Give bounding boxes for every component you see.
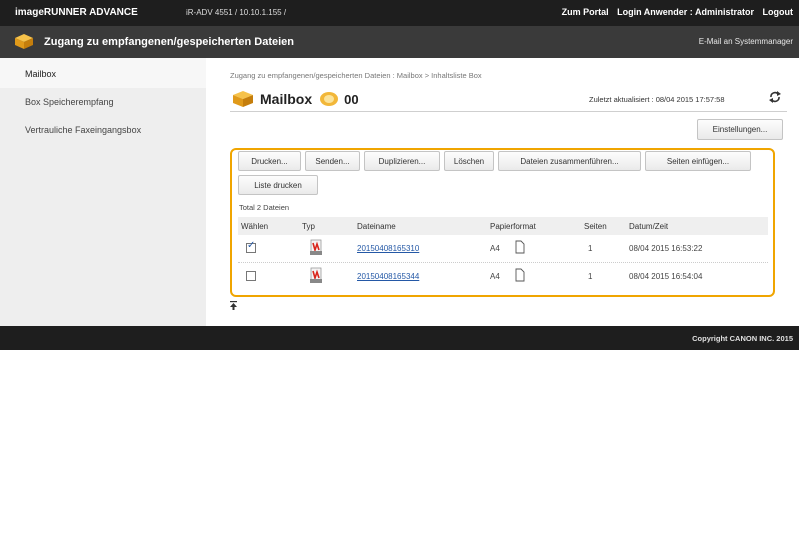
total-files: Total 2 Dateien [239,203,290,212]
sidebar-item-mailbox[interactable]: Mailbox [25,69,56,79]
page-title: Zugang zu empfangenen/gespeicherten Date… [44,36,294,48]
column-type: Typ [302,222,315,231]
logout-link[interactable]: Logout [763,7,794,17]
portal-link[interactable]: Zum Portal [562,7,609,17]
top-nav: Zum Portal Login Anwender : Administrato… [556,7,793,17]
page-count: 1 [588,244,593,253]
column-pages: Seiten [584,222,607,231]
check-icon: ✓ [247,240,256,251]
table-row: ✓ 20150408165310 A4 1 08/04 2015 16:53:2… [238,236,768,263]
settings-button[interactable]: Einstellungen... [697,119,783,140]
sidebar-item-fax-box[interactable]: Vertrauliche Faxeingangsbox [25,125,141,135]
row-checkbox[interactable]: ✓ [246,240,256,253]
sidebar-item-box-speicherempfang[interactable]: Box Speicherempfang [25,97,114,107]
file-link[interactable]: 20150408165310 [357,244,419,253]
file-datetime: 08/04 2015 16:53:22 [629,244,703,253]
duplicate-button[interactable]: Duplizieren... [364,151,440,171]
box-number-icon [320,92,339,106]
refresh-icon[interactable] [768,91,782,103]
page-icon [515,240,525,254]
column-paper: Papierformat [490,222,536,231]
merge-files-button[interactable]: Dateien zusammenführen... [498,151,641,171]
column-datetime: Datum/Zeit [629,222,669,231]
file-operations-panel: Drucken... Senden... Duplizieren... Lösc… [230,148,775,297]
file-datetime: 08/04 2015 16:54:04 [629,272,703,281]
breadcrumb: Zugang zu empfangenen/gespeicherten Date… [230,71,482,80]
mailbox-heading: Mailbox 00 [232,88,359,110]
page-count: 1 [588,272,593,281]
fax-document-icon [310,267,322,283]
main-content: Zugang zu empfangenen/gespeicherten Date… [206,58,799,326]
last-updated: Zuletzt aktualisiert : 08/04 2015 17:57:… [589,95,725,104]
insert-pages-button[interactable]: Seiten einfügen... [645,151,751,171]
paper-size: A4 [490,272,500,281]
scroll-to-top-icon[interactable] [230,301,237,310]
paper-size: A4 [490,244,500,253]
row-checkbox[interactable] [246,271,256,281]
box-icon [15,34,33,49]
send-button[interactable]: Senden... [305,151,360,171]
delete-button[interactable]: Löschen [444,151,494,171]
print-button[interactable]: Drucken... [238,151,301,171]
top-bar: imageRUNNER ADVANCE iR-ADV 4551 / 10.10.… [0,0,799,26]
table-row: 20150408165344 A4 1 08/04 2015 16:54:04 [238,264,768,291]
mailbox-title: Mailbox [260,91,313,107]
device-info: iR-ADV 4551 / 10.10.1.155 / [186,8,287,17]
divider [230,111,787,112]
sidebar: Mailbox Box Speicherempfang Vertrauliche… [0,58,206,326]
box-icon [233,91,253,107]
copyright: Copyright CANON INC. 2015 [692,334,793,343]
column-select: Wählen [241,222,269,231]
brand-name: imageRUNNER ADVANCE [15,7,138,18]
file-link[interactable]: 20150408165344 [357,272,419,281]
fax-document-icon [310,239,322,255]
title-bar: Zugang zu empfangenen/gespeicherten Date… [0,26,799,58]
login-user: Login Anwender : Administrator [617,7,754,17]
print-list-button[interactable]: Liste drucken [238,175,318,195]
page-icon [515,268,525,282]
box-number: 00 [344,91,359,107]
table-header: Wählen Typ Dateiname Papierformat Seiten… [238,217,768,235]
column-filename: Dateiname [357,222,396,231]
mail-manager-link[interactable]: E-Mail an Systemmanager [699,37,793,46]
footer: Copyright CANON INC. 2015 [0,326,799,350]
